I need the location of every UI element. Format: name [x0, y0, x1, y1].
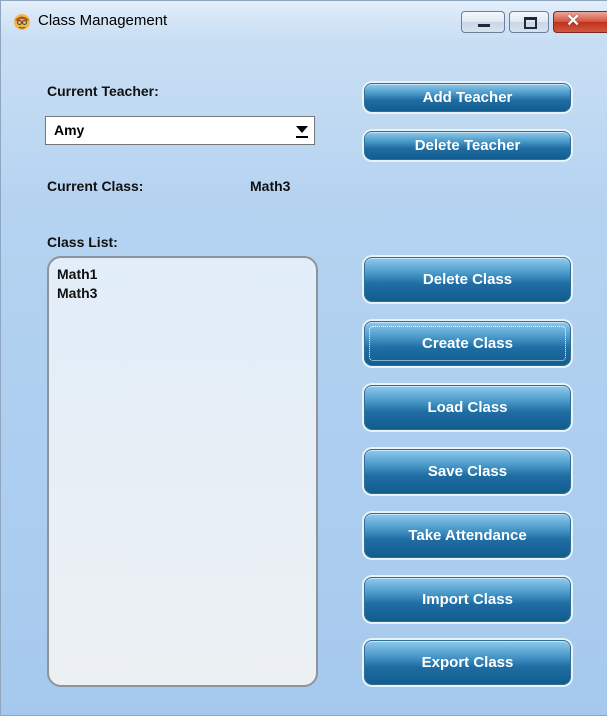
- dropdown-arrow-icon[interactable]: [296, 124, 308, 138]
- close-icon: ✕: [566, 11, 581, 30]
- minimize-button[interactable]: [461, 11, 505, 33]
- list-item[interactable]: Math3: [57, 285, 97, 301]
- title-bar[interactable]: Class Management ✕: [1, 1, 607, 45]
- class-list-label: Class List:: [47, 234, 118, 250]
- current-class-value: Math3: [250, 178, 291, 194]
- load-class-button[interactable]: Load Class: [364, 385, 571, 430]
- window-title: Class Management: [38, 12, 168, 29]
- delete-teacher-button[interactable]: Delete Teacher: [364, 131, 571, 160]
- teacher-app-icon: [14, 14, 30, 30]
- delete-class-button[interactable]: Delete Class: [364, 257, 571, 302]
- current-teacher-label: Current Teacher:: [47, 83, 159, 99]
- export-class-button[interactable]: Export Class: [364, 640, 571, 685]
- teacher-select-value: Amy: [54, 122, 85, 138]
- close-button[interactable]: ✕: [553, 11, 607, 33]
- maximize-icon: [524, 17, 537, 29]
- take-attendance-button[interactable]: Take Attendance: [364, 513, 571, 558]
- class-management-window: Class Management ✕ Current Teacher: Amy …: [0, 0, 607, 716]
- add-teacher-button[interactable]: Add Teacher: [364, 83, 571, 112]
- minimize-icon: [478, 24, 490, 27]
- class-listbox[interactable]: Math1 Math3: [47, 256, 318, 687]
- list-item[interactable]: Math1: [57, 266, 97, 282]
- focus-ring: [369, 326, 566, 361]
- maximize-button[interactable]: [509, 11, 549, 33]
- current-class-label: Current Class:: [47, 178, 144, 194]
- import-class-button[interactable]: Import Class: [364, 577, 571, 622]
- teacher-select[interactable]: Amy: [45, 116, 315, 145]
- save-class-button[interactable]: Save Class: [364, 449, 571, 494]
- create-class-button[interactable]: Create Class: [364, 321, 571, 366]
